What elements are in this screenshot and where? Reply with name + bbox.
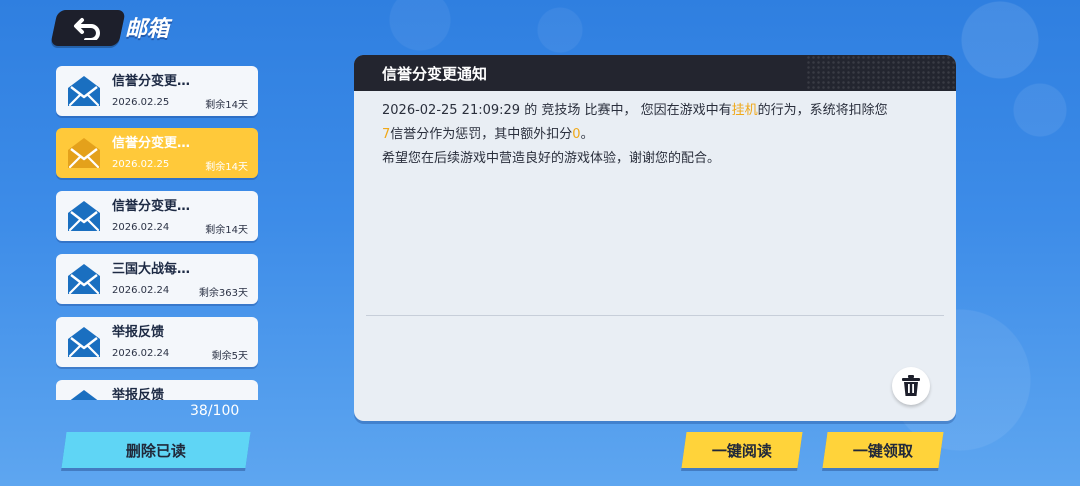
mail-body-line-2: 7信誉分作为惩罚，其中额外扣分0。	[382, 127, 594, 142]
mail-title: 举报反馈	[112, 388, 165, 400]
mail-title: 信誉分变更…	[112, 74, 191, 89]
mail-list-item[interactable]: 信誉分变更… 2026.02.25 剩余14天	[56, 128, 258, 178]
mail-title: 三国大战每…	[112, 262, 191, 277]
mail-detail-header: 信誉分变更通知	[354, 55, 956, 91]
mail-remaining: 剩余363天	[198, 288, 248, 299]
read-all-button[interactable]: 一键阅读	[681, 432, 803, 468]
claim-all-label: 一键领取	[852, 441, 913, 460]
mail-date: 2026.02.24	[112, 222, 170, 233]
mail-date: 2026.02.25	[112, 159, 170, 170]
mail-remaining: 剩余5天	[211, 351, 248, 362]
envelope-icon	[68, 327, 100, 358]
mail-list-item[interactable]: 举报反馈 2026.02.24 剩余5天	[56, 317, 258, 367]
mail-detail-body: 2026-02-25 21:09:29 的 竞技场 比赛中， 您因在游戏中有挂机…	[382, 99, 938, 171]
envelope-icon	[68, 201, 100, 232]
mail-date: 2026.02.25	[112, 97, 170, 108]
mail-list-item[interactable]: 举报反馈	[56, 380, 258, 400]
read-all-label: 一键阅读	[711, 441, 772, 460]
mail-body-line-1: 2026-02-25 21:09:29 的 竞技场 比赛中， 您因在游戏中有挂机…	[382, 103, 888, 118]
claim-all-button[interactable]: 一键领取	[822, 432, 944, 468]
envelope-icon	[68, 264, 100, 295]
envelope-icon	[68, 76, 100, 107]
mail-title: 信誉分变更…	[112, 136, 191, 151]
back-button[interactable]	[50, 10, 126, 46]
highlight-extra-points: 0	[572, 127, 581, 142]
mail-detail-panel: 信誉分变更通知 2026-02-25 21:09:29 的 竞技场 比赛中， 您…	[354, 55, 956, 421]
mail-date: 2026.02.24	[112, 348, 170, 359]
mail-list-item[interactable]: 信誉分变更… 2026.02.24 剩余14天	[56, 191, 258, 241]
mail-remaining: 剩余14天	[205, 225, 248, 236]
mail-title: 举报反馈	[112, 325, 165, 340]
mail-body-line-3: 希望您在后续游戏中营造良好的游戏体验，谢谢您的配合。	[382, 151, 721, 166]
delete-read-button[interactable]: 删除已读	[61, 432, 251, 468]
mail-remaining: 剩余14天	[205, 162, 248, 173]
back-arrow-icon	[74, 18, 100, 40]
mail-remaining: 剩余14天	[205, 100, 248, 111]
mail-count: 38/100	[190, 403, 240, 419]
delete-read-label: 删除已读	[125, 441, 186, 460]
highlight-reason: 挂机	[731, 103, 758, 118]
envelope-icon	[68, 138, 100, 169]
mail-list-item[interactable]: 三国大战每… 2026.02.24 剩余363天	[56, 254, 258, 304]
delete-mail-button[interactable]	[892, 367, 930, 405]
panel-divider	[366, 315, 944, 316]
envelope-icon	[70, 390, 98, 400]
mail-date: 2026.02.24	[112, 285, 170, 296]
mail-list[interactable]: 信誉分变更… 2026.02.25 剩余14天 信誉分变更… 2026.02.25 剩余1…	[56, 66, 260, 400]
mail-title: 信誉分变更…	[112, 199, 191, 214]
page-title: 邮箱	[125, 17, 170, 42]
mail-list-item[interactable]: 信誉分变更… 2026.02.25 剩余14天	[56, 66, 258, 116]
mail-detail-title: 信誉分变更通知	[382, 65, 488, 83]
trash-icon	[902, 375, 920, 396]
